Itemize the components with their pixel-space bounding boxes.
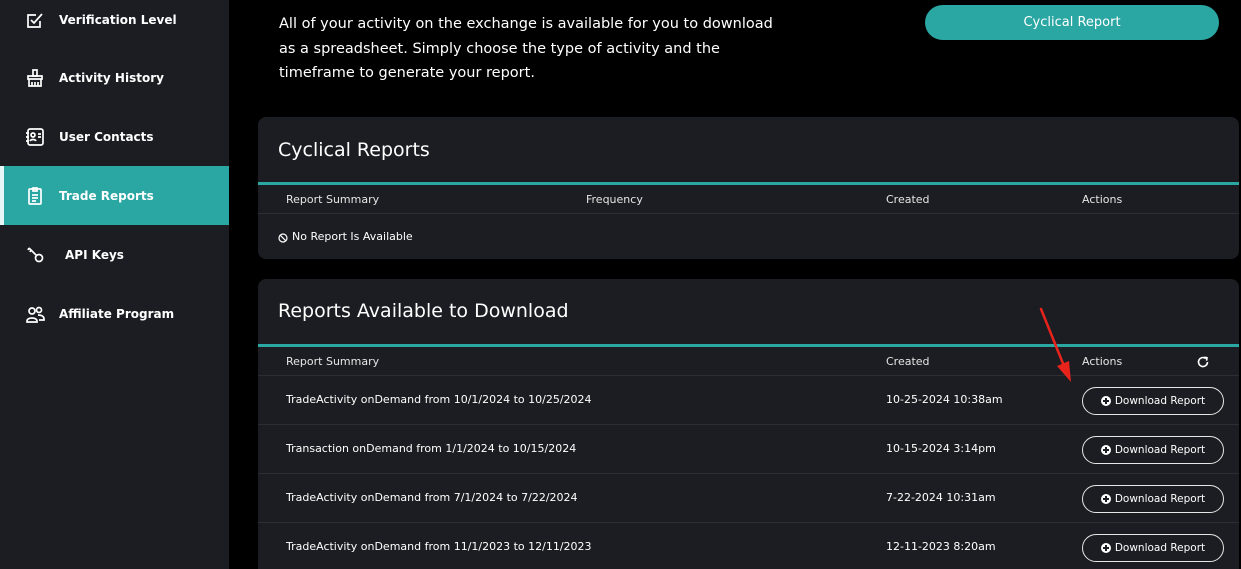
sidebar-item-user-contacts[interactable]: User Contacts [4,107,229,166]
intro-line: as a spreadsheet. Simply choose the type… [279,40,720,57]
intro-line: timeframe to generate your report. [279,65,535,81]
column-header-actions: Actions [1082,355,1123,368]
checkbox-edit-icon [24,9,46,31]
column-header-created: Created [886,355,930,368]
report-summary: TradeActivity onDemand from 7/1/2024 to … [286,491,578,504]
row-divider [258,424,1239,425]
cyclical-report-button[interactable]: Cyclical Report [925,5,1219,40]
sidebar-item-label: Verification Level [59,12,177,27]
sidebar-item-trade-reports[interactable]: Trade Reports [0,166,229,225]
download-report-label: Download Report [1114,493,1206,505]
plus-circle-icon [1100,494,1111,504]
sidebar-item-label: Affiliate Program [59,306,175,321]
empty-state-text: No Report Is Available [292,230,413,243]
cyclical-reports-card: Cyclical Reports Report Summary Frequenc… [258,117,1239,259]
sidebar-item-affiliate-program[interactable]: Affiliate Program [4,284,229,343]
download-report-button[interactable]: Download Report [1082,485,1224,513]
report-created: 10-15-2024 3:14pm [886,442,996,455]
divider [258,182,1239,185]
download-report-label: Download Report [1114,444,1206,456]
download-report-button[interactable]: Download Report [1082,387,1224,415]
clipboard-icon [24,185,46,207]
sidebar-item-activity-history[interactable]: Activity History [4,48,229,107]
plus-circle-icon [1100,543,1111,553]
row-divider [258,375,1239,376]
sidebar-item-verification-level[interactable]: Verification Level [4,0,229,49]
column-header-report-summary: Report Summary [286,193,380,206]
sidebar-item-label: API Keys [65,247,124,262]
column-header-created: Created [886,193,930,206]
row-divider [258,473,1239,474]
card-title: Reports Available to Download [278,300,569,322]
report-created: 7-22-2024 10:31am [886,491,996,504]
no-entry-icon [278,233,288,243]
sidebar-item-label: User Contacts [59,129,154,144]
card-title: Cyclical Reports [278,139,430,161]
download-report-button[interactable]: Download Report [1082,436,1224,464]
divider [258,344,1239,347]
intro-line: All of your activity on the exchange is … [279,16,773,32]
sidebar-item-label: Trade Reports [59,188,154,203]
report-summary: TradeActivity onDemand from 10/1/2024 to… [286,393,592,406]
downloads-card: Reports Available to Download Report Sum… [258,279,1239,569]
contact-card-icon [24,126,46,148]
row-divider [258,522,1239,523]
plus-circle-icon [1100,396,1111,406]
column-header-actions: Actions [1082,193,1123,206]
intro-text: All of your activity on the exchange is … [279,12,819,86]
report-summary: Transaction onDemand from 1/1/2024 to 10… [286,442,577,455]
sidebar-item-label: Activity History [59,70,164,85]
broom-icon [24,67,46,89]
download-report-button[interactable]: Download Report [1082,534,1224,562]
key-icon [24,244,46,266]
sidebar: Verification Level Activity History User… [0,0,229,569]
plus-circle-icon [1100,445,1111,455]
users-icon [24,303,46,325]
report-summary: TradeActivity onDemand from 11/1/2023 to… [286,540,592,553]
column-header-report-summary: Report Summary [286,355,380,368]
empty-state: No Report Is Available [278,230,413,243]
row-divider [258,213,1239,214]
download-report-label: Download Report [1114,395,1206,407]
column-header-frequency: Frequency [586,193,643,206]
report-created: 10-25-2024 10:38am [886,393,1003,406]
download-report-label: Download Report [1114,542,1206,554]
refresh-icon[interactable] [1196,355,1210,369]
report-created: 12-11-2023 8:20am [886,540,996,553]
sidebar-item-api-keys[interactable]: API Keys [4,225,229,284]
